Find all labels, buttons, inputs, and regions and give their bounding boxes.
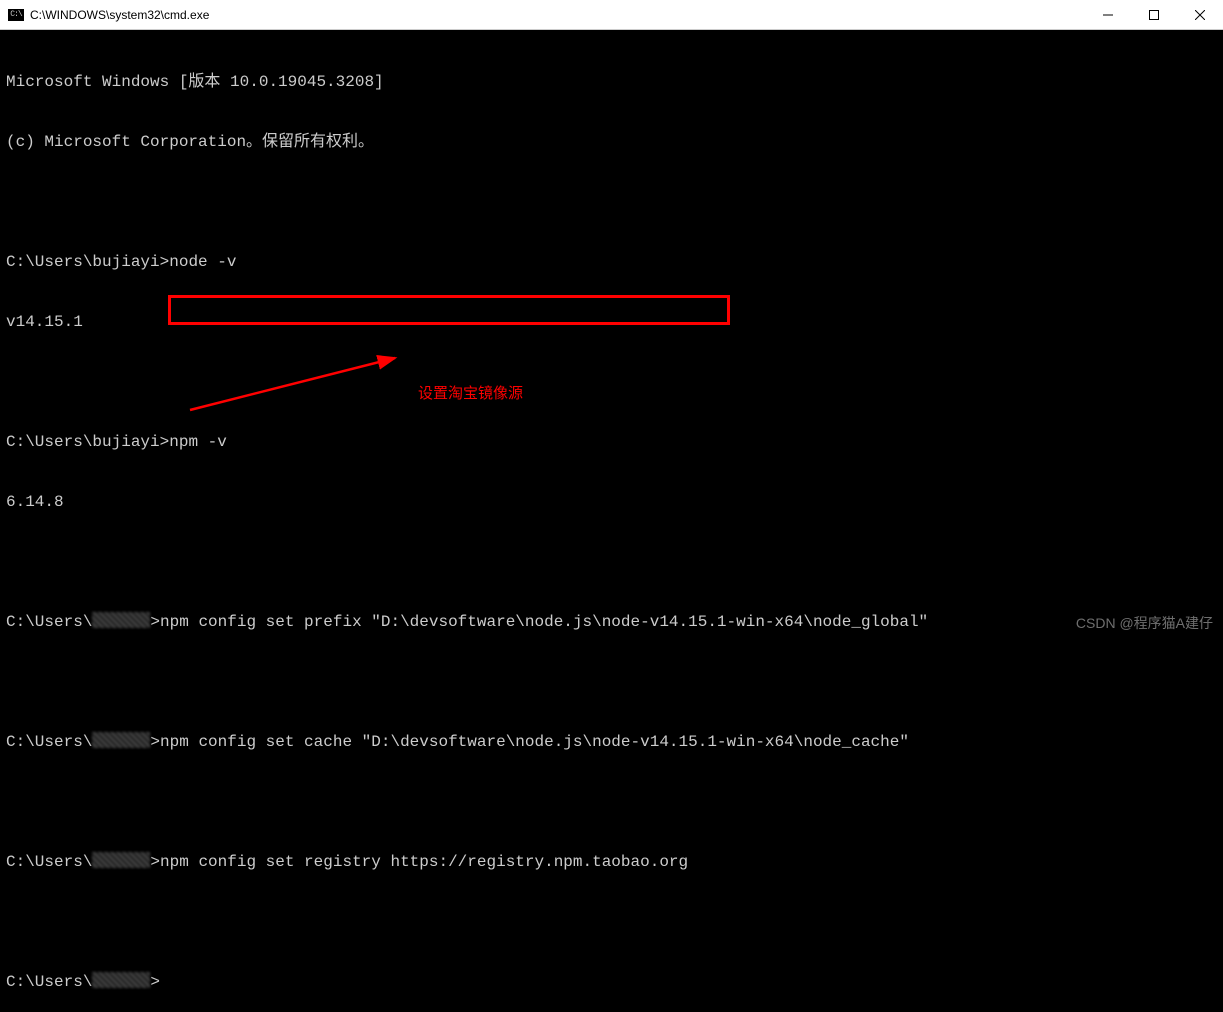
terminal-line: C:\Users\ >npm config set prefix "D:\devs… (6, 612, 1223, 632)
terminal-line: C:\Users\ >npm config set registry https:… (6, 852, 1223, 872)
window-title: C:\WINDOWS\system32\cmd.exe (30, 8, 1085, 22)
command-text: npm -v (169, 433, 227, 451)
terminal-line: C:\Users\ >npm config set cache "D:\devso… (6, 732, 1223, 752)
terminal-line (6, 672, 1223, 692)
prompt-suffix: > (150, 733, 160, 751)
maximize-icon (1149, 10, 1159, 20)
terminal-line: C:\Users\bujiayi>npm -v (6, 432, 1223, 452)
terminal-body[interactable]: Microsoft Windows [版本 10.0.19045.3208] (… (0, 30, 1223, 1012)
command-text: node -v (169, 253, 236, 271)
prompt-suffix: > (150, 853, 160, 871)
close-button[interactable] (1177, 0, 1223, 29)
prompt: C:\Users\bujiayi> (6, 253, 169, 271)
annotation-label: 设置淘宝镜像源 (418, 382, 523, 403)
terminal-line: C:\Users\bujiayi>node -v (6, 252, 1223, 272)
terminal-line (6, 552, 1223, 572)
cmd-icon: C:\ (8, 9, 24, 21)
censored-username (92, 612, 150, 628)
terminal-line: Microsoft Windows [版本 10.0.19045.3208] (6, 72, 1223, 92)
censored-username (92, 972, 150, 988)
terminal-line: (c) Microsoft Corporation。保留所有权利。 (6, 132, 1223, 152)
terminal-line (6, 192, 1223, 212)
command-text: npm config set registry https://registry… (160, 853, 688, 871)
prompt-suffix: > (150, 973, 160, 991)
censored-username (92, 732, 150, 748)
prompt-prefix: C:\Users\ (6, 613, 92, 631)
close-icon (1195, 10, 1205, 20)
maximize-button[interactable] (1131, 0, 1177, 29)
censored-username (92, 852, 150, 868)
prompt: C:\Users\bujiayi> (6, 433, 169, 451)
terminal-line: 6.14.8 (6, 492, 1223, 512)
window-titlebar: C:\ C:\WINDOWS\system32\cmd.exe (0, 0, 1223, 30)
watermark: CSDN @程序猫A建仔 (1076, 613, 1213, 633)
window-controls (1085, 0, 1223, 29)
terminal-line (6, 792, 1223, 812)
command-text: npm config set prefix "D:\devsoftware\no… (160, 613, 928, 631)
minimize-icon (1103, 10, 1113, 20)
prompt-suffix: > (150, 613, 160, 631)
terminal-line (6, 372, 1223, 392)
terminal-line: v14.15.1 (6, 312, 1223, 332)
command-text: npm config set cache "D:\devsoftware\nod… (160, 733, 909, 751)
terminal-line (6, 912, 1223, 932)
prompt-prefix: C:\Users\ (6, 733, 92, 751)
prompt-prefix: C:\Users\ (6, 973, 92, 991)
terminal-line: C:\Users\ > (6, 972, 1223, 992)
prompt-prefix: C:\Users\ (6, 853, 92, 871)
minimize-button[interactable] (1085, 0, 1131, 29)
